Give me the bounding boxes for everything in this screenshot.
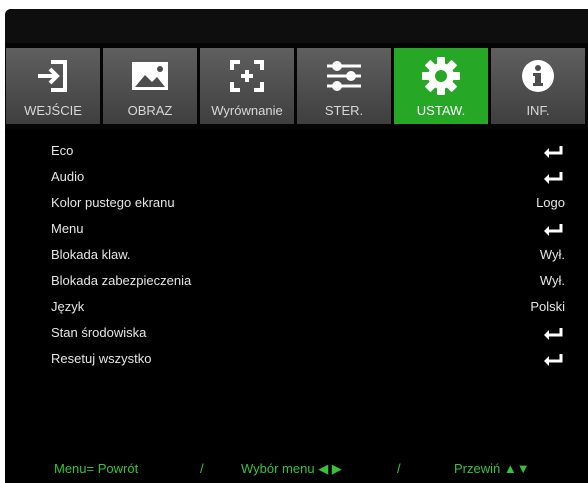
menu-item-reset-all[interactable]: Resetuj wszystko: [5, 347, 588, 373]
menu-item-label: Resetuj wszystko: [51, 351, 152, 366]
menu-item-label: Kolor pustego ekranu: [51, 195, 175, 210]
tab-label: Wyrównanie: [211, 103, 283, 118]
menu-item-language[interactable]: Język Polski: [5, 295, 588, 321]
tab-label: USTAW.: [416, 103, 466, 118]
tab-control[interactable]: STER.: [297, 48, 391, 124]
image-icon: [103, 56, 197, 96]
settings-list: Eco Audio Kolor pustego ekranu Logo Menu…: [5, 139, 588, 373]
footer-back-hint: Menu= Powrót: [54, 461, 139, 476]
tab-bar: WEJŚCIE OBRAZ Wyrównanie STER. USTAW. IN…: [5, 43, 588, 129]
alignment-icon: [200, 56, 294, 96]
menu-item-key-lock[interactable]: Blokada klaw. Wył.: [5, 243, 588, 269]
help-footer: Menu= Powrót / Wybór menu ◀ ▶ / Przewiń …: [5, 453, 588, 483]
tab-label: OBRAZ: [127, 103, 173, 118]
footer-select-hint: Wybór menu ◀ ▶: [241, 461, 342, 476]
tab-label: INF.: [526, 103, 550, 118]
sliders-icon: [297, 56, 391, 96]
menu-item-label: Blokada zabezpieczenia: [51, 273, 192, 288]
tab-settings[interactable]: USTAW.: [394, 48, 488, 124]
menu-item-value: Polski: [530, 299, 565, 314]
enter-icon: [544, 354, 563, 366]
menu-item-value: Logo: [536, 195, 565, 210]
menu-item-environment-status[interactable]: Stan środowiska: [5, 321, 588, 347]
menu-item-security-lock[interactable]: Blokada zabezpieczenia Wył.: [5, 269, 588, 295]
menu-item-value: Wył.: [539, 273, 565, 288]
info-icon: [491, 56, 585, 96]
menu-item-blank-screen-color[interactable]: Kolor pustego ekranu Logo: [5, 191, 588, 217]
menu-item-label: Eco: [51, 143, 74, 158]
menu-item-eco[interactable]: Eco: [5, 139, 588, 165]
input-icon: [6, 56, 100, 96]
enter-icon: [544, 146, 563, 158]
tab-label: WEJŚCIE: [24, 103, 82, 118]
menu-item-label: Język: [51, 299, 85, 314]
enter-icon: [544, 224, 563, 236]
menu-item-menu[interactable]: Menu: [5, 217, 588, 243]
menu-item-label: Blokada klaw.: [51, 247, 131, 262]
footer-separator: /: [397, 461, 401, 476]
menu-item-audio[interactable]: Audio: [5, 165, 588, 191]
gear-icon: [394, 56, 488, 96]
top-bar: [5, 9, 588, 43]
menu-item-value: Wył.: [539, 247, 565, 262]
tab-label: STER.: [324, 103, 364, 118]
tab-input[interactable]: WEJŚCIE: [6, 48, 100, 124]
menu-item-label: Menu: [51, 221, 84, 236]
menu-item-label: Stan środowiska: [51, 325, 147, 340]
tab-alignment[interactable]: Wyrównanie: [200, 48, 294, 124]
footer-scroll-hint: Przewiń ▲▼: [454, 461, 530, 476]
tab-info[interactable]: INF.: [491, 48, 585, 124]
osd-menu: WEJŚCIE OBRAZ Wyrównanie STER. USTAW. IN…: [5, 9, 588, 483]
footer-separator: /: [200, 461, 204, 476]
enter-icon: [544, 328, 563, 340]
enter-icon: [544, 172, 563, 184]
tab-image[interactable]: OBRAZ: [103, 48, 197, 124]
menu-item-label: Audio: [51, 169, 85, 184]
